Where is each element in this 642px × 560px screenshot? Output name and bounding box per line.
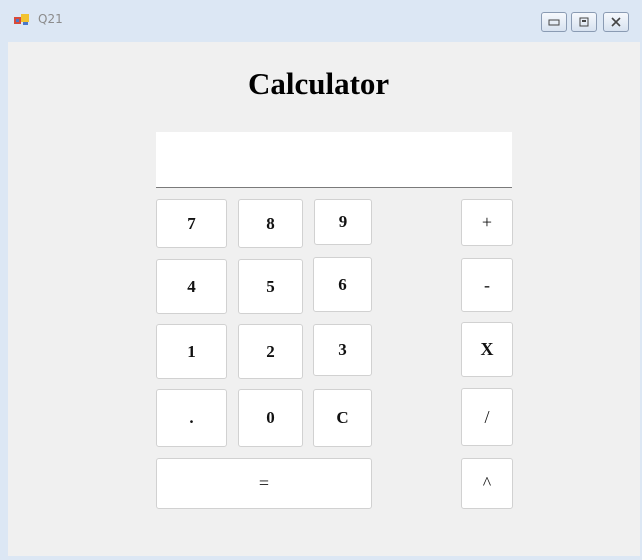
key-5[interactable]: 5: [238, 259, 303, 314]
key-2[interactable]: 2: [238, 324, 303, 379]
key-plus[interactable]: +: [461, 199, 513, 246]
window-title: Q21: [38, 12, 63, 26]
minimize-button[interactable]: [541, 12, 567, 32]
key-1[interactable]: 1: [156, 324, 227, 379]
key-0[interactable]: 0: [238, 389, 303, 447]
key-minus[interactable]: -: [461, 258, 513, 312]
key-7[interactable]: 7: [156, 199, 227, 248]
app-window: Q21 Calculator 7 8 9 + 4 5 6 - 1 2 3 X .…: [0, 0, 642, 560]
key-divide[interactable]: /: [461, 388, 513, 446]
page-title: Calculator: [248, 66, 390, 101]
key-3[interactable]: 3: [313, 324, 372, 376]
close-icon: [611, 17, 621, 27]
minimize-icon: [548, 19, 560, 26]
app-icon: [14, 14, 29, 25]
key-8[interactable]: 8: [238, 199, 303, 248]
restore-icon: [579, 17, 589, 27]
key-multiply[interactable]: X: [461, 322, 513, 377]
display-field[interactable]: [156, 132, 512, 188]
key-4[interactable]: 4: [156, 259, 227, 314]
key-power[interactable]: ^: [461, 458, 513, 509]
key-equals[interactable]: =: [156, 458, 372, 509]
key-6[interactable]: 6: [313, 257, 372, 312]
close-button[interactable]: [603, 12, 629, 32]
key-9[interactable]: 9: [314, 199, 372, 245]
title-bar: Q21: [0, 0, 642, 42]
restore-button[interactable]: [571, 12, 597, 32]
key-dot[interactable]: .: [156, 389, 227, 447]
key-clear[interactable]: C: [313, 389, 372, 447]
